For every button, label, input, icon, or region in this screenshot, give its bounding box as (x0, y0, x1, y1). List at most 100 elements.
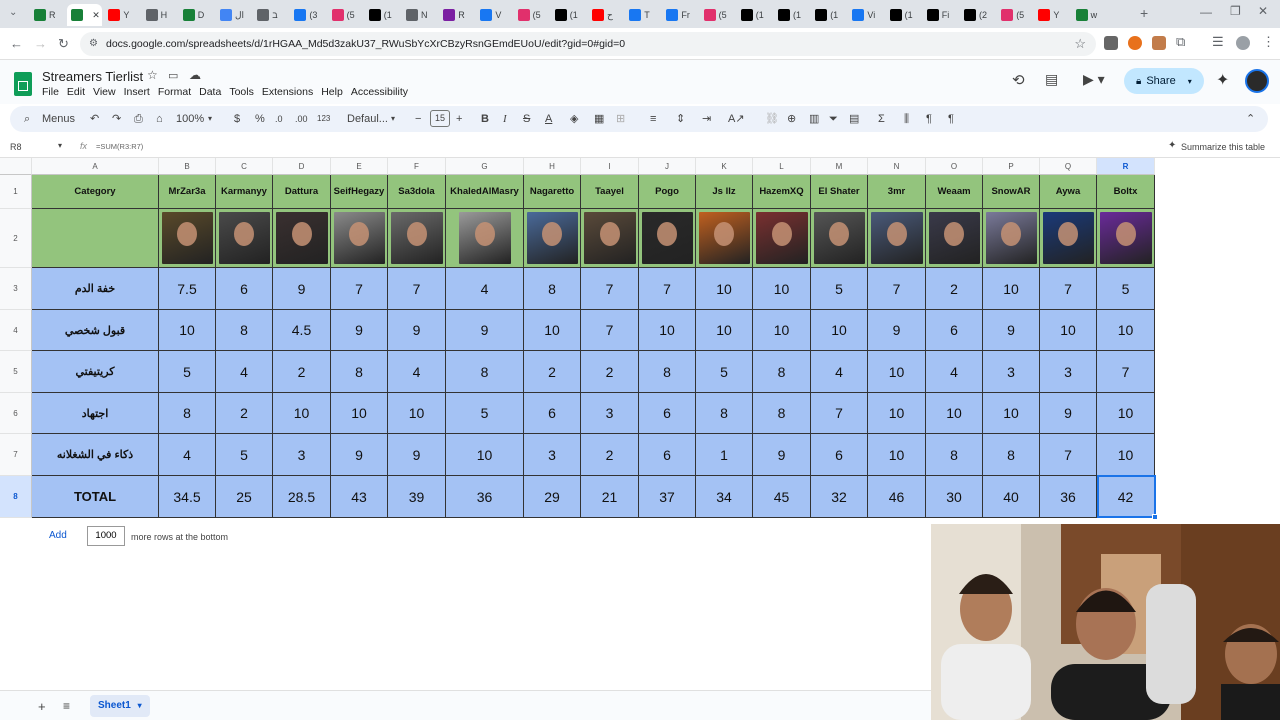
streamer-name-cell[interactable]: Boltx (1097, 175, 1155, 209)
browser-tab[interactable]: (1 (886, 4, 921, 26)
version-history-icon[interactable]: ⟲ (1012, 71, 1025, 89)
menu-view[interactable]: View (93, 86, 116, 98)
score-cell[interactable]: 10 (696, 268, 753, 310)
browser-tab[interactable]: Fr (662, 4, 697, 26)
score-cell[interactable]: 8 (446, 351, 524, 393)
column-header-h[interactable]: H (524, 158, 581, 175)
score-cell[interactable]: 3 (581, 393, 639, 434)
browser-tab[interactable]: (1 (811, 4, 846, 26)
score-cell[interactable]: 10 (983, 393, 1040, 434)
borders-icon[interactable]: ▦ (594, 111, 604, 127)
account-avatar[interactable] (1245, 69, 1269, 93)
total-cell[interactable]: 36 (446, 476, 524, 518)
score-cell[interactable]: 8 (696, 393, 753, 434)
column-header-d[interactable]: D (273, 158, 331, 175)
total-cell[interactable]: 34 (696, 476, 753, 518)
score-cell[interactable]: 3 (1040, 351, 1097, 393)
score-cell[interactable]: 8 (524, 268, 581, 310)
score-cell[interactable]: 6 (811, 434, 868, 476)
score-cell[interactable]: 6 (926, 310, 983, 351)
close-window-icon[interactable]: ✕ (1258, 4, 1268, 18)
fill-handle[interactable] (1152, 514, 1158, 520)
score-cell[interactable]: 10 (983, 268, 1040, 310)
site-info-icon[interactable]: ⚙ (89, 32, 98, 56)
streamer-image-cell[interactable] (446, 209, 524, 268)
browser-tab[interactable]: (5 (328, 4, 363, 26)
summarize-table-button[interactable]: Summarize this table (1181, 142, 1265, 152)
filter-icon[interactable]: ⏷ (829, 111, 838, 127)
browser-tab[interactable]: Y (104, 4, 139, 26)
decrease-decimal-button[interactable]: .0 (275, 111, 283, 127)
score-cell[interactable]: 10 (926, 393, 983, 434)
print-icon[interactable]: ⎙ (134, 111, 143, 127)
score-cell[interactable]: 6 (216, 268, 273, 310)
tab-close-icon[interactable]: ✕ (92, 10, 100, 21)
ltr-icon[interactable]: ¶ (948, 111, 954, 127)
score-cell[interactable]: 10 (696, 310, 753, 351)
browser-tab[interactable]: ال (216, 4, 251, 26)
font-size-input[interactable]: 15 (430, 110, 450, 127)
browser-tab[interactable]: (5 (700, 4, 735, 26)
total-label-cell[interactable]: TOTAL (32, 476, 159, 518)
total-cell[interactable]: 25 (216, 476, 273, 518)
total-cell[interactable]: 28.5 (273, 476, 331, 518)
formula-input[interactable]: =SUM(R3:R7) (96, 142, 143, 151)
streamer-image-cell[interactable] (753, 209, 811, 268)
score-cell[interactable]: 6 (639, 393, 696, 434)
score-cell[interactable]: 10 (331, 393, 388, 434)
url-field[interactable]: ⚙ docs.google.com/spreadsheets/d/1rHGAA_… (80, 32, 1096, 56)
streamer-name-cell[interactable]: Aywa (1040, 175, 1097, 209)
italic-button[interactable]: I (503, 111, 507, 127)
streamer-name-cell[interactable]: Pogo (639, 175, 696, 209)
name-box[interactable]: R8 (10, 142, 22, 152)
fill-color-icon[interactable]: ◈ (570, 111, 578, 127)
score-cell[interactable]: 10 (388, 393, 446, 434)
score-cell[interactable]: 9 (331, 310, 388, 351)
profile-avatar[interactable] (1236, 36, 1250, 50)
total-cell[interactable]: 32 (811, 476, 868, 518)
score-cell[interactable]: 8 (983, 434, 1040, 476)
menu-accessibility[interactable]: Accessibility (351, 86, 408, 98)
menu-help[interactable]: Help (321, 86, 343, 98)
score-cell[interactable]: 7 (811, 393, 868, 434)
bold-button[interactable]: B (481, 111, 489, 127)
browser-tab[interactable]: Fi (923, 4, 958, 26)
total-cell[interactable]: 36 (1040, 476, 1097, 518)
font-size-increase-button[interactable]: + (456, 111, 462, 127)
category-label-cell[interactable]: خفة الدم (32, 268, 159, 310)
extensions-puzzle-icon[interactable]: ⧉ (1176, 34, 1185, 50)
browser-tab[interactable]: R (439, 4, 474, 26)
score-cell[interactable]: 4 (159, 434, 216, 476)
total-cell[interactable]: 45 (753, 476, 811, 518)
sheets-logo-icon[interactable] (14, 72, 32, 96)
score-cell[interactable]: 9 (273, 268, 331, 310)
score-cell[interactable]: 10 (1097, 310, 1155, 351)
score-cell[interactable]: 9 (446, 310, 524, 351)
score-cell[interactable]: 3 (524, 434, 581, 476)
streamer-image-cell[interactable] (1040, 209, 1097, 268)
summarize-icon[interactable]: ✦ (1168, 140, 1176, 151)
column-header-l[interactable]: L (753, 158, 811, 175)
menu-edit[interactable]: Edit (67, 86, 85, 98)
score-cell[interactable]: 8 (753, 393, 811, 434)
rtl-icon[interactable]: ¶ (926, 111, 932, 127)
streamer-image-cell[interactable] (868, 209, 926, 268)
score-cell[interactable]: 5 (159, 351, 216, 393)
streamer-name-cell[interactable]: Weaam (926, 175, 983, 209)
zoom-select[interactable]: 100% (176, 111, 204, 127)
number-format-button[interactable]: 123 (317, 111, 330, 127)
score-cell[interactable]: 9 (1040, 393, 1097, 434)
meet-icon[interactable]: ▶ ▾ (1083, 71, 1105, 88)
column-header-e[interactable]: E (331, 158, 388, 175)
streamer-name-cell[interactable]: Karmanyy (216, 175, 273, 209)
paint-format-icon[interactable]: ⌂ (156, 111, 163, 127)
column-header-j[interactable]: J (639, 158, 696, 175)
text-color-button[interactable]: A (545, 111, 552, 127)
browser-tab[interactable]: Vi (848, 4, 883, 26)
score-cell[interactable]: 5 (696, 351, 753, 393)
score-cell[interactable]: 7 (581, 268, 639, 310)
row-header-4[interactable]: 4 (0, 310, 32, 351)
category-label-cell[interactable]: ذكاء في الشغلانه (32, 434, 159, 476)
browser-tab[interactable]: (3 (290, 4, 325, 26)
font-select[interactable]: Defaul... (347, 111, 388, 127)
